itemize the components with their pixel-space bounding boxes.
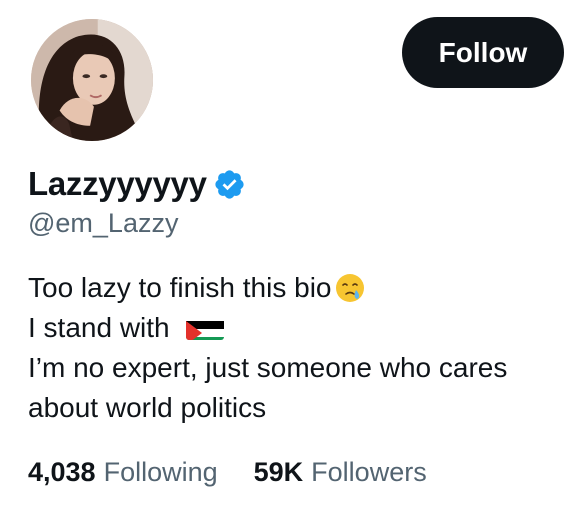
bio-line: about world politics [28,388,568,428]
bio-text: about world politics [28,392,267,423]
avatar-image [31,19,153,141]
bio-line: I stand with [28,308,568,348]
bio-text: Too lazy to finish this bio [28,272,332,303]
followers-stat-link[interactable]: 59K Followers [254,457,427,488]
avatar[interactable] [28,16,156,144]
profile-handle: @em_Lazzy [28,208,179,238]
bio-text: I’m no expert, just someone who cares [28,352,508,383]
followers-label: Followers [311,456,427,487]
face-holding-back-tears-icon [334,272,366,304]
follow-button[interactable]: Follow [402,17,564,88]
profile-name-row: Lazzyyyyyy [28,164,246,204]
bio-line: Too lazy to finish this bio [28,268,568,308]
display-name: Lazzyyyyyy [28,165,207,202]
following-count: 4,038 [28,456,96,487]
following-stat-link[interactable]: 4,038 Following [28,457,218,488]
palestine-flag-icon [185,316,224,340]
bio-line: I’m no expert, just someone who cares [28,348,568,388]
profile-stats: 4,038 Following 59K Followers [28,452,427,492]
verified-badge-icon[interactable] [213,168,246,201]
profile-bio: Too lazy to finish this bio I stand with… [28,268,568,428]
followers-count: 59K [253,456,304,487]
bio-text: I stand with [28,312,170,343]
following-label: Following [103,456,218,487]
